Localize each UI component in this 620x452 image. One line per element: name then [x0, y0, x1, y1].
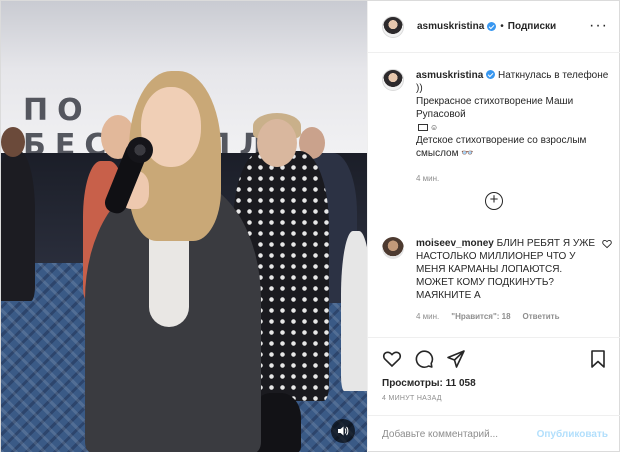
add-comment-section: Опубликовать — [368, 415, 620, 452]
caption: asmuskristina Наткнулась в телефоне )) П… — [382, 69, 612, 185]
comment-time[interactable]: 4 мин. — [416, 310, 439, 323]
post-age[interactable]: 4 МИНУТ НАЗАД — [382, 395, 608, 402]
person-left — [1, 151, 35, 301]
reply-button[interactable]: Ответить — [523, 310, 560, 323]
share-icon[interactable] — [446, 349, 466, 369]
following-button[interactable]: Подписки — [508, 21, 556, 32]
microphone-head — [127, 137, 153, 163]
bookmark-icon[interactable] — [588, 349, 608, 369]
comment-heart-icon[interactable] — [602, 239, 612, 249]
caption-username[interactable]: asmuskristina — [416, 70, 483, 81]
verified-icon — [487, 22, 497, 31]
comment-likes[interactable]: "Нравится": 18 — [451, 310, 510, 323]
action-icons — [382, 348, 608, 370]
comment-meta: 4 мин. "Нравится": 18 Ответить — [416, 310, 596, 323]
post-sidebar: asmuskristina • Подписки ··· asmuskristi… — [367, 1, 620, 452]
views-count[interactable]: Просмотры: 11 058 — [382, 378, 608, 389]
book-emoji-icon — [418, 124, 428, 131]
verified-icon — [486, 70, 496, 79]
heart-icon[interactable] — [382, 349, 402, 369]
header-username[interactable]: asmuskristina — [417, 21, 484, 32]
caption-body: asmuskristina Наткнулась в телефоне )) П… — [416, 69, 612, 185]
person-dotted-head — [257, 119, 297, 167]
mask-emoji-icon: 👓 — [461, 148, 474, 159]
post-header: asmuskristina • Подписки ··· — [368, 1, 620, 53]
more-options-icon[interactable]: ··· — [589, 18, 608, 34]
volume-icon — [338, 426, 349, 436]
person-right — [341, 231, 367, 391]
comment-username[interactable]: moiseev_money — [416, 238, 494, 249]
comment-icon[interactable] — [414, 349, 434, 369]
avatar[interactable] — [382, 15, 404, 38]
comment-avatar[interactable] — [382, 237, 404, 259]
person-left-head — [1, 127, 25, 157]
caption-time[interactable]: 4 мин. — [416, 172, 612, 185]
comment-item: moiseev_money БЛИН РЕБЯТ Я УЖЕ НАСТОЛЬКО… — [382, 237, 612, 323]
caption-line-3: Детское стихотворение со взрослым смысло… — [416, 135, 587, 159]
action-bar: Просмотры: 11 058 4 МИНУТ НАЗАД — [368, 337, 620, 402]
comment-input[interactable] — [382, 429, 537, 440]
volume-button[interactable] — [331, 419, 355, 443]
separator-dot: • — [500, 21, 504, 32]
instagram-post: ПО БЕСТСЕЛЛЕР — [0, 0, 620, 452]
caption-avatar[interactable] — [382, 69, 404, 91]
post-video[interactable]: ПО БЕСТСЕЛЛЕР — [1, 1, 367, 452]
load-more-comments-button[interactable]: + — [485, 192, 503, 210]
smile-emoji-icon: ☺ — [430, 123, 439, 132]
comment-body: moiseev_money БЛИН РЕБЯТ Я УЖЕ НАСТОЛЬКО… — [416, 237, 596, 323]
publish-button[interactable]: Опубликовать — [537, 429, 608, 440]
caption-line-2: Прекрасное стихотворение Маши Рупасовой — [416, 96, 574, 120]
